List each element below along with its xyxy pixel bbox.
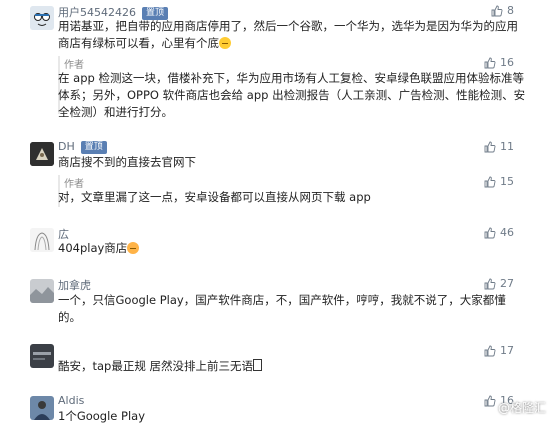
thumbs-up-icon <box>484 227 496 238</box>
comment-text: 404play商店 <box>58 240 528 257</box>
thumbs-up-icon <box>484 176 496 187</box>
comment-text: 酷安，tap最正规 居然没排上前三无语 <box>58 358 528 375</box>
like-button[interactable]: 46 <box>484 226 514 239</box>
comment-text: 一个，只信Google Play，国产软件商店，不，国产软件，哼哼，我就不说了，… <box>58 293 506 324</box>
like-button[interactable]: 8 <box>491 4 514 17</box>
reply-text: 在 app 检测这一块，借楼补充下，华为应用市场有人工复检、安卓绿色联盟应用体验… <box>58 71 526 119</box>
missing-glyph-icon <box>253 359 263 371</box>
thumbs-up-icon <box>491 5 503 16</box>
username[interactable]: 加拿虎 <box>58 277 91 293</box>
like-count: 15 <box>500 175 514 188</box>
like-count: 17 <box>500 344 514 357</box>
emoji-icon <box>219 37 231 49</box>
watermark: @格隆汇 <box>497 401 546 415</box>
like-button[interactable]: 11 <box>484 140 514 153</box>
like-button[interactable]: 17 <box>484 344 514 357</box>
avatar[interactable] <box>30 6 54 30</box>
like-count: 11 <box>500 140 514 153</box>
like-count: 27 <box>500 277 514 290</box>
emoji-icon <box>127 242 140 254</box>
pinned-badge: 置顶 <box>80 141 107 154</box>
author-tag: 作者 <box>64 179 84 190</box>
like-button[interactable]: 27 <box>484 277 514 290</box>
username[interactable]: DH 置顶 <box>58 140 107 154</box>
avatar[interactable] <box>30 228 54 252</box>
avatar[interactable] <box>30 142 54 166</box>
reply-like-button[interactable]: 16 <box>484 56 514 69</box>
reply-like-button[interactable]: 15 <box>484 175 514 188</box>
avatar[interactable] <box>30 279 54 303</box>
thumbs-up-icon <box>484 141 496 152</box>
username-text[interactable]: DH <box>58 140 75 153</box>
avatar[interactable] <box>30 344 54 368</box>
like-count: 46 <box>500 226 514 239</box>
username[interactable]: Aldis <box>58 394 84 407</box>
like-count: 8 <box>507 4 514 17</box>
like-count: 16 <box>500 56 514 69</box>
avatar[interactable] <box>30 396 54 420</box>
thumbs-up-icon <box>484 57 496 68</box>
thumbs-up-icon <box>484 345 496 356</box>
thumbs-up-icon <box>484 395 496 406</box>
comment-text: 1个Google Play <box>58 409 146 423</box>
author-tag: 作者 <box>64 60 84 71</box>
reply-text: 对，文章里漏了这一点，安卓设备都可以直接从网页下载 app <box>58 190 371 204</box>
comment-text: 用诺基亚，把自带的应用商店停用了，然后一个谷歌，一个华为，选华为是因为华为的应用… <box>58 19 518 50</box>
comment-text: 商店搜不到的直接去官网下 <box>58 155 196 169</box>
thumbs-up-icon <box>484 278 496 289</box>
